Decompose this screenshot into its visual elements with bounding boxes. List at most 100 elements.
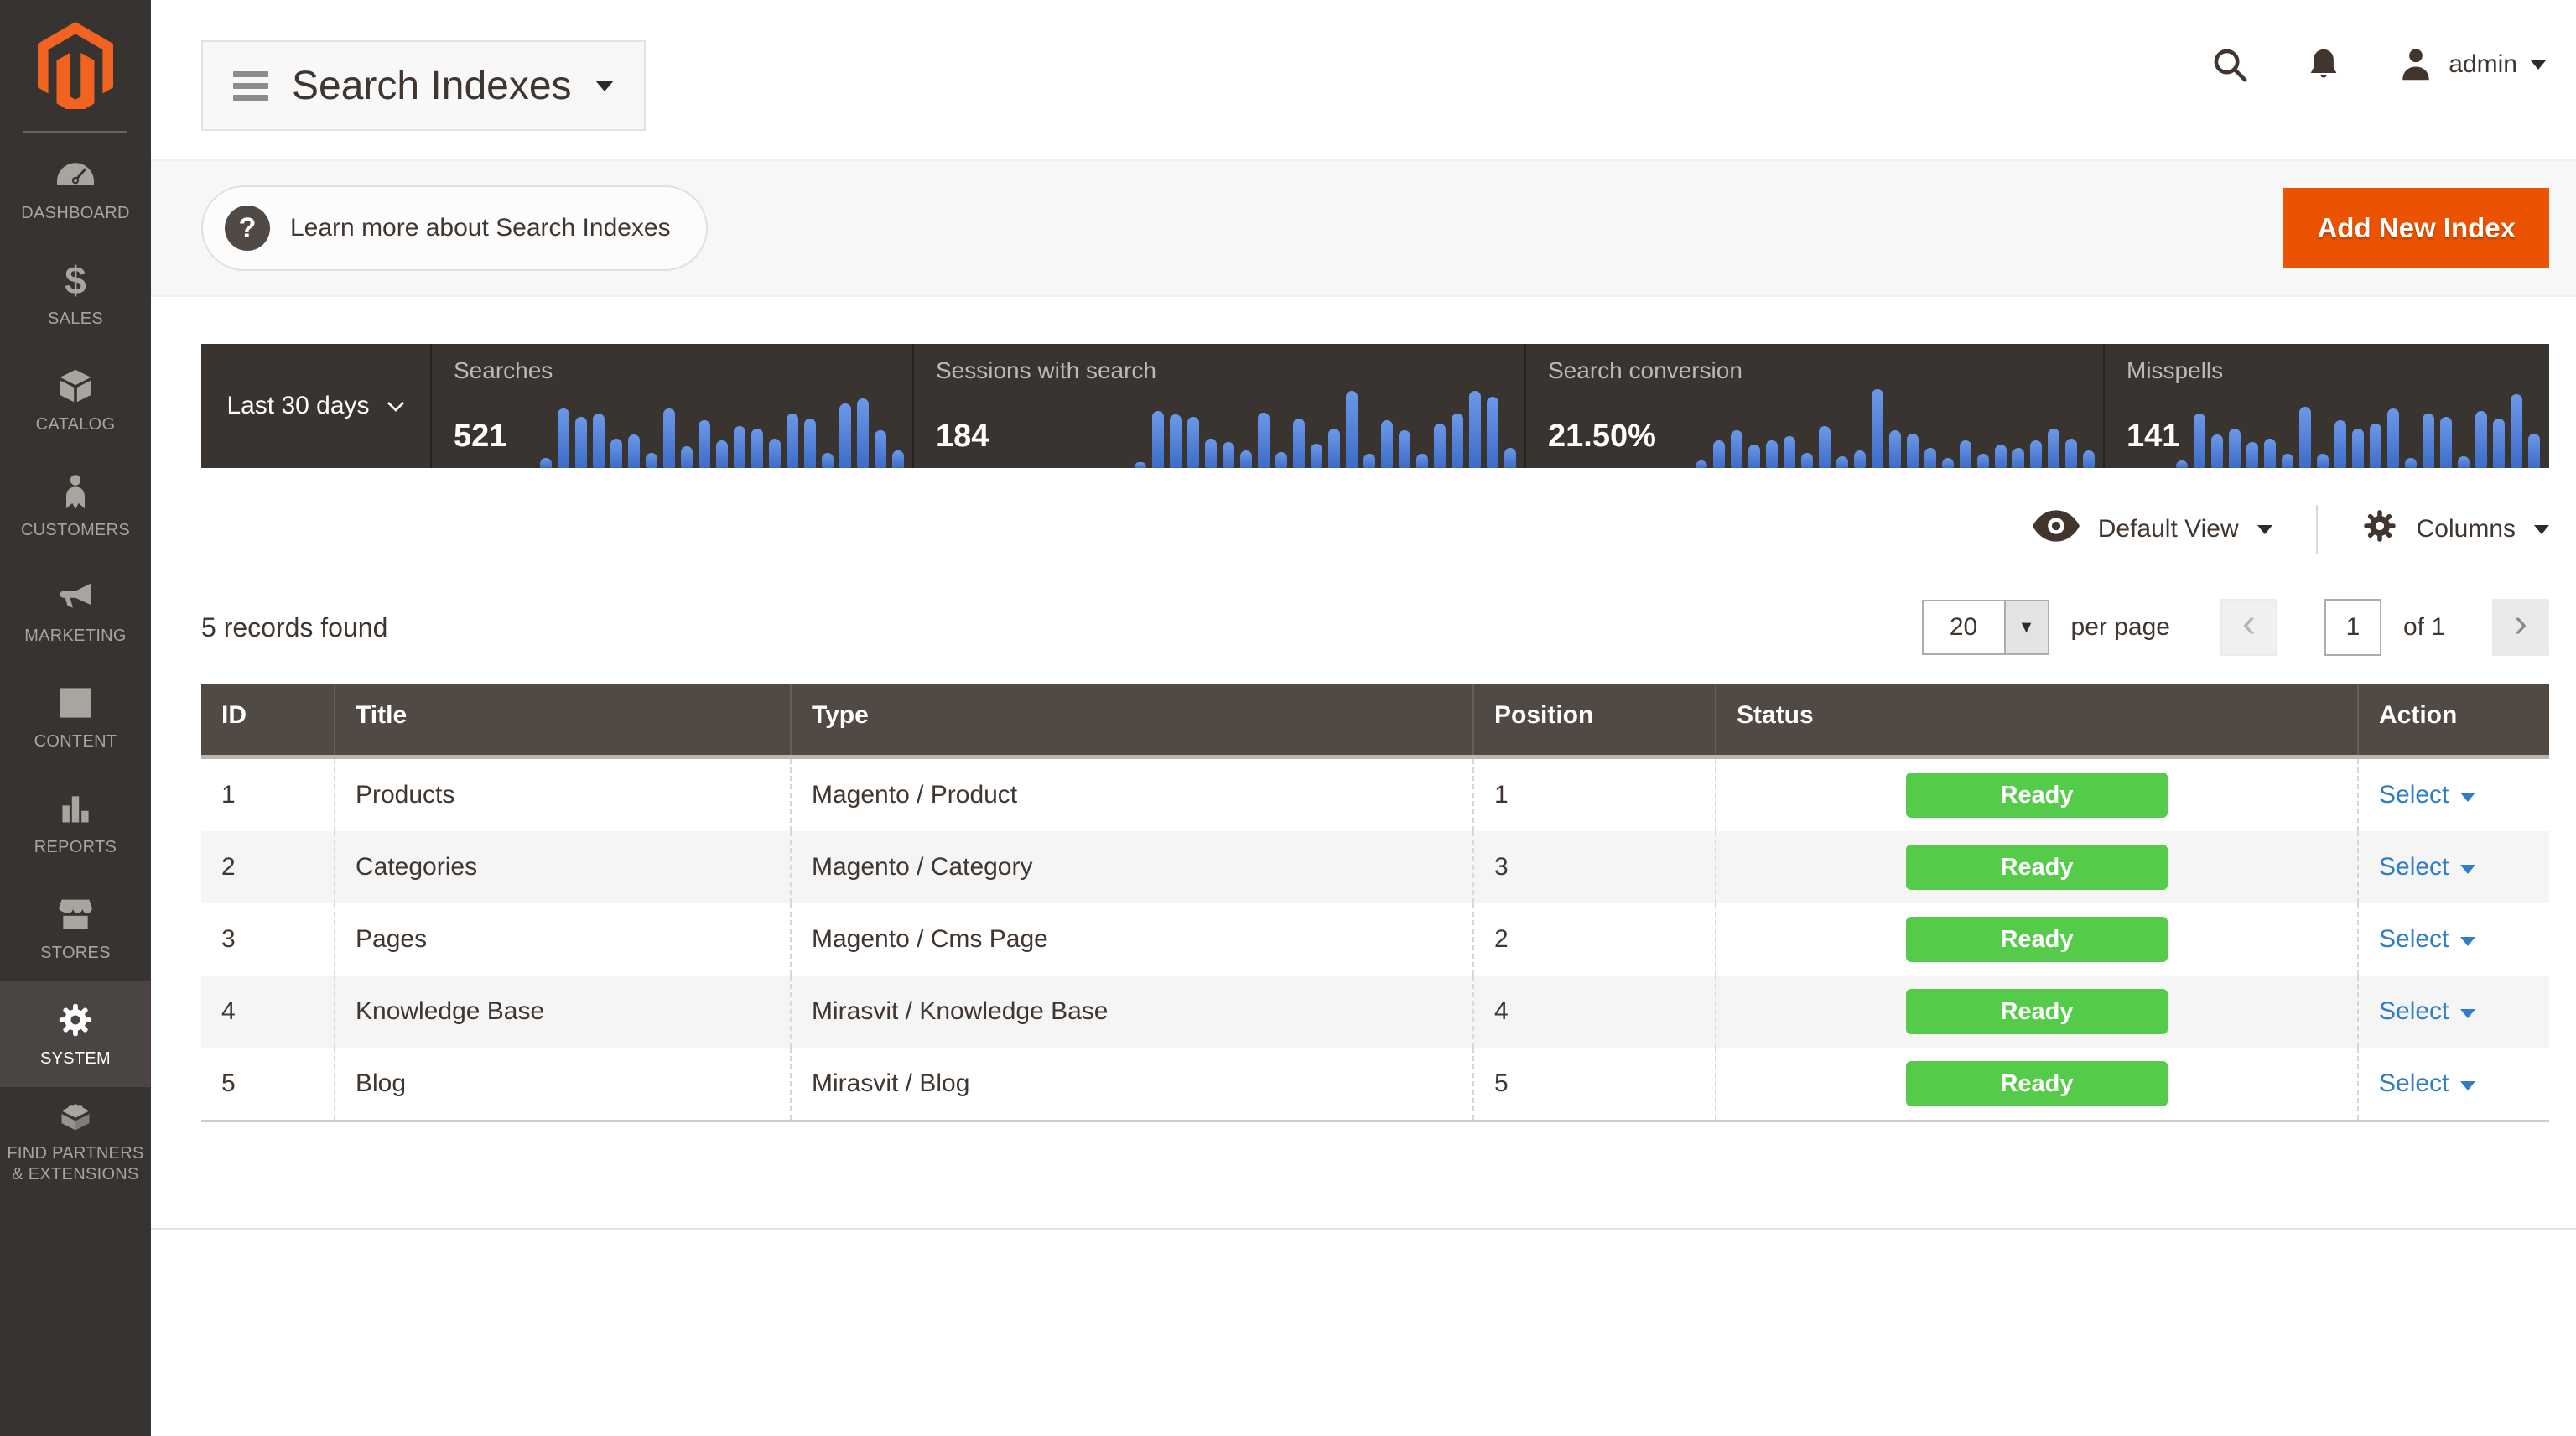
date-range-dropdown[interactable]: Last 30 days xyxy=(201,344,432,468)
spark-bar xyxy=(1487,397,1498,468)
spark-bar xyxy=(1504,448,1516,468)
page-title-menu[interactable]: Search Indexes xyxy=(201,40,646,131)
select-caret-icon xyxy=(2460,793,2475,802)
customers-person-icon xyxy=(55,471,96,512)
spark-bar xyxy=(1960,440,1971,468)
spark-bar xyxy=(2370,424,2381,468)
hamburger-icon xyxy=(233,65,268,107)
spark-bar xyxy=(1293,419,1305,468)
spark-bar xyxy=(2299,407,2311,468)
sidebar-item-sales[interactable]: $ SALES xyxy=(0,242,151,347)
cell-id: 2 xyxy=(201,831,334,903)
spark-bar xyxy=(1434,424,1446,468)
spark-bar xyxy=(2012,448,2024,468)
spark-bar xyxy=(1328,429,1340,468)
spark-bar xyxy=(1889,430,1901,468)
cell-id: 4 xyxy=(201,976,334,1048)
spark-bar xyxy=(1170,414,1182,468)
spark-bar xyxy=(2475,411,2487,468)
learn-more-label: Learn more about Search Indexes xyxy=(290,214,671,242)
spark-bar xyxy=(628,434,640,468)
row-action-select[interactable]: Select xyxy=(2379,853,2475,882)
row-action-select[interactable]: Select xyxy=(2379,925,2475,954)
admin-user-menu[interactable]: admin xyxy=(2397,45,2546,84)
sidebar-item-label: STORES xyxy=(40,943,111,964)
stat-value: 141 xyxy=(2127,419,2179,455)
global-search-icon[interactable] xyxy=(2209,44,2251,86)
chevron-down-icon xyxy=(387,401,405,412)
sidebar-item-find-partners[interactable]: FIND PARTNERS & EXTENSIONS xyxy=(0,1087,151,1193)
per-page-select[interactable]: 20 ▼ xyxy=(1922,600,2049,655)
sidebar-item-marketing[interactable]: MARKETING xyxy=(0,559,151,664)
spark-bar xyxy=(2511,394,2522,469)
spark-bar xyxy=(1942,458,1954,468)
page-input[interactable] xyxy=(2324,599,2381,656)
cell-position: 5 xyxy=(1472,1048,1715,1120)
cell-type: Mirasvit / Blog xyxy=(790,1048,1472,1120)
page-title: Search Indexes xyxy=(292,63,572,109)
sidebar-item-label: CUSTOMERS xyxy=(21,520,130,541)
spark-bar xyxy=(1766,440,1778,468)
indexes-table: ID Title Type Position Status Action 1 P… xyxy=(201,684,2549,1122)
header-title[interactable]: Title xyxy=(334,684,790,755)
notifications-bell-icon[interactable] xyxy=(2303,44,2345,86)
cell-type: Magento / Product xyxy=(790,759,1472,831)
sales-dollar-icon: $ xyxy=(55,260,96,300)
header-id[interactable]: ID xyxy=(201,684,334,755)
spark-bar xyxy=(734,426,745,468)
row-action-select[interactable]: Select xyxy=(2379,997,2475,1026)
per-page-value: 20 xyxy=(1924,601,2004,653)
spark-bar xyxy=(2229,429,2241,468)
spark-bar xyxy=(2440,417,2452,468)
spark-bar xyxy=(857,398,869,468)
system-gear-icon xyxy=(55,1000,96,1040)
sidebar-item-catalog[interactable]: CATALOG xyxy=(0,347,151,453)
sidebar-item-customers[interactable]: CUSTOMERS xyxy=(0,453,151,559)
spark-bar xyxy=(1784,436,1795,468)
learn-more-link[interactable]: ? Learn more about Search Indexes xyxy=(201,185,708,271)
spark-bar xyxy=(575,417,587,468)
header-type[interactable]: Type xyxy=(790,684,1472,755)
sidebar-item-label: FIND PARTNERS & EXTENSIONS xyxy=(3,1143,148,1185)
spark-bar xyxy=(1152,411,1164,468)
sidebar-item-system[interactable]: SYSTEM xyxy=(0,981,151,1087)
sidebar-item-content[interactable]: CONTENT xyxy=(0,664,151,770)
sidebar-item-stores[interactable]: STORES xyxy=(0,876,151,981)
prev-page-button[interactable]: ‹ xyxy=(2220,599,2277,656)
spark-bar xyxy=(1258,413,1270,468)
add-new-index-button[interactable]: Add New Index xyxy=(2283,188,2549,268)
header-status[interactable]: Status xyxy=(1715,684,2357,755)
table-row: 1 Products Magento / Product 1 Ready Sel… xyxy=(201,759,2549,831)
records-found: 5 records found xyxy=(201,612,387,643)
admin-username: admin xyxy=(2449,50,2517,79)
grid-meta-row: 5 records found 20 ▼ per page ‹ of 1 › xyxy=(201,599,2549,656)
stats-bar: Last 30 days Searches 521 Sessions with … xyxy=(201,344,2549,468)
admin-caret-icon xyxy=(2531,60,2546,70)
spark-bar xyxy=(2211,434,2223,468)
row-action-select[interactable]: Select xyxy=(2379,1069,2475,1098)
spark-bar xyxy=(1854,450,1866,468)
sidebar-item-dashboard[interactable]: DASHBOARD xyxy=(0,136,151,242)
cell-type: Mirasvit / Knowledge Base xyxy=(790,976,1472,1048)
per-page-label: per page xyxy=(2071,613,2170,642)
header-action[interactable]: Action xyxy=(2357,684,2549,755)
spark-bar xyxy=(2282,454,2293,468)
row-action-select[interactable]: Select xyxy=(2379,781,2475,809)
sidebar-item-label: MARKETING xyxy=(24,626,127,647)
spark-bar xyxy=(2528,434,2540,468)
dashboard-gauge-icon xyxy=(55,154,96,195)
table-row: 4 Knowledge Base Mirasvit / Knowledge Ba… xyxy=(201,976,2549,1048)
cell-type: Magento / Cms Page xyxy=(790,903,1472,976)
columns-selector[interactable]: Columns xyxy=(2361,507,2549,551)
select-caret-icon xyxy=(2460,937,2475,946)
next-page-button[interactable]: › xyxy=(2492,599,2549,656)
magento-logo-icon[interactable] xyxy=(38,22,113,111)
main-content: Search Indexes admin ? Learn more about … xyxy=(151,0,2576,1423)
table-row: 3 Pages Magento / Cms Page 2 Ready Selec… xyxy=(201,903,2549,976)
sidebar-item-reports[interactable]: REPORTS xyxy=(0,770,151,876)
header-position[interactable]: Position xyxy=(1472,684,1715,755)
spark-bar xyxy=(558,408,569,468)
view-selector[interactable]: Default View xyxy=(2033,510,2272,549)
spark-bar xyxy=(1801,453,1813,468)
spark-bar xyxy=(2264,439,2276,468)
